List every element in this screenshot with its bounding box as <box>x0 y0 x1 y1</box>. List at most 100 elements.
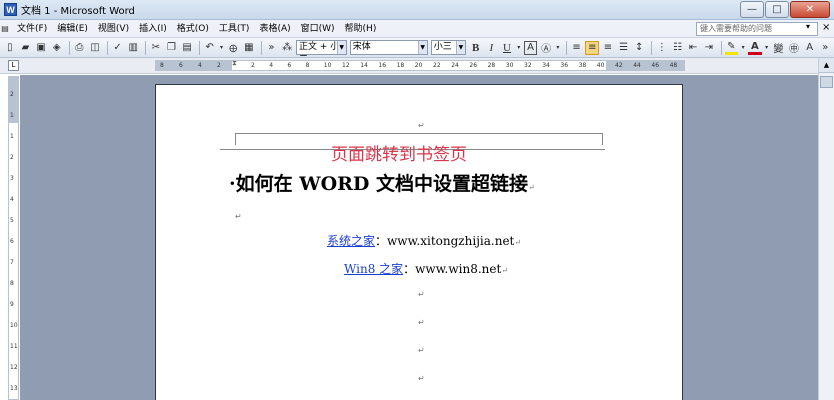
print-preview-icon[interactable]: ◫ <box>88 41 102 55</box>
ruler-number: 38 <box>578 62 587 69</box>
table-icon[interactable]: ▦ <box>242 41 256 55</box>
ruler-number: 12 <box>342 62 350 69</box>
document-page[interactable]: ↵ 页面跳转到书签页 ·如何在 WORD 文档中设置超链接↵ ↵ 系统之家：ww… <box>155 84 683 400</box>
ruler-number: 2 <box>217 62 221 69</box>
ruler-number: 8 <box>305 62 310 69</box>
ruler-number: 8 <box>160 62 164 69</box>
tab-selector-button[interactable]: L <box>8 60 19 71</box>
toolbar-separator <box>720 40 722 55</box>
highlight-icon[interactable]: ✎ <box>724 41 739 55</box>
save-icon[interactable]: ▣ <box>34 41 48 55</box>
enclose-characters-icon[interactable]: ㊥ <box>787 41 801 55</box>
ruler-number: 36 <box>560 62 569 69</box>
ruler-number: 40 <box>596 62 605 69</box>
cut-icon[interactable]: ✂ <box>149 41 163 55</box>
undo-dropdown-icon[interactable]: ▾ <box>219 41 225 55</box>
toolbar-separator <box>68 40 70 55</box>
ruler-number: 46 <box>651 62 660 69</box>
italic-button[interactable]: I <box>485 41 499 55</box>
ruler-number: 30 <box>505 62 514 69</box>
highlight-dropdown-icon[interactable]: ▾ <box>740 41 746 55</box>
horizontal-ruler[interactable]: ⧗ 8 6 4 2 2 4 6 8 10 12 14 16 18 20 22 24 26 28 30 32 34 36 38… <box>155 59 685 72</box>
ruler-number: 11 <box>10 343 18 350</box>
bullets-icon[interactable]: ☷ <box>671 41 685 55</box>
hyperlink-icon[interactable]: 🜨 <box>226 41 240 55</box>
help-search-input[interactable]: 键入需要帮助的问题 <box>696 22 818 36</box>
open-folder-icon[interactable]: ▰ <box>19 41 33 55</box>
research-icon[interactable]: ▥ <box>126 41 140 55</box>
line-spacing-icon[interactable]: ↕ <box>632 41 646 55</box>
phonetic-guide-icon[interactable]: 變 <box>772 41 786 55</box>
close-button[interactable]: ✕ <box>790 1 830 18</box>
ruler-number: 28 <box>487 62 496 69</box>
font-size-select[interactable]: 小三 ▼ <box>430 40 466 55</box>
increase-indent-icon[interactable]: ⇥ <box>702 41 716 55</box>
scroll-up-icon[interactable]: ▲ <box>819 58 834 73</box>
help-dropdown-icon[interactable]: ▾ <box>806 22 810 31</box>
document-menu-icon[interactable]: ▤ <box>0 22 10 36</box>
maximize-button[interactable]: □ <box>765 1 789 18</box>
ruler-number: 7 <box>10 259 14 266</box>
ruler-number: 22 <box>433 62 441 69</box>
header-bookmark-title[interactable]: 页面跳转到书签页 <box>331 140 467 165</box>
indent-marker-icon[interactable]: ⧗ <box>232 59 239 72</box>
toolbar-options-icon[interactable]: » <box>265 41 279 55</box>
font-color-button[interactable]: A <box>748 41 762 55</box>
menu-help[interactable]: 帮助(H) <box>340 21 382 37</box>
font-size-dropdown-icon[interactable]: ▼ <box>455 41 465 54</box>
style-select[interactable]: 正文 + 小三 ▼ <box>295 40 347 65</box>
link-url-xitongzhijia: www.xitongzhijia.net <box>387 234 515 248</box>
word-app-icon[interactable]: W <box>4 3 17 16</box>
ruler-number: 14 <box>360 62 368 69</box>
menu-insert[interactable]: 插入(I) <box>134 21 172 37</box>
justify-icon[interactable]: ☰ <box>617 41 631 55</box>
print-icon[interactable]: ⎙ <box>73 41 87 55</box>
menu-window[interactable]: 窗口(W) <box>296 21 340 37</box>
document-heading[interactable]: ·如何在 WORD 文档中设置超链接↵ <box>229 169 535 196</box>
font-dropdown-icon[interactable]: ▼ <box>417 41 427 54</box>
undo-icon[interactable]: ↶ <box>203 41 217 55</box>
heading-bullet: · <box>229 173 236 195</box>
ruler-number: 10 <box>10 322 18 329</box>
ruler-number: 9 <box>10 301 14 308</box>
align-left-icon[interactable]: ≡ <box>570 41 584 55</box>
menu-view[interactable]: 视图(V) <box>93 21 134 37</box>
decrease-indent-icon[interactable]: ⇤ <box>686 41 700 55</box>
bold-button[interactable]: B <box>469 41 483 55</box>
permission-icon[interactable]: ◈ <box>50 41 64 55</box>
menu-tools[interactable]: 工具(T) <box>214 21 255 37</box>
vertical-scrollbar[interactable]: ▲ <box>818 58 834 400</box>
menu-file[interactable]: 文件(F) <box>12 21 52 37</box>
character-border-button[interactable]: A <box>523 40 538 55</box>
scroll-thumb[interactable] <box>820 76 833 88</box>
menu-edit[interactable]: 编辑(E) <box>52 21 93 37</box>
close-document-button[interactable]: × <box>822 22 830 33</box>
ruler-number: 4 <box>198 62 202 69</box>
underline-button[interactable]: U <box>500 41 514 55</box>
ruler-number: 26 <box>469 62 478 69</box>
numbering-icon[interactable]: ⋮ <box>655 41 669 55</box>
align-center-icon[interactable]: ≡ <box>585 40 600 55</box>
grow-font-icon[interactable]: A <box>803 41 817 55</box>
hyperlink-xitongzhijia[interactable]: 系统之家 <box>327 234 375 248</box>
align-right-icon[interactable]: ≡ <box>601 41 615 55</box>
hyperlink-win8[interactable]: Win8 之家 <box>344 262 403 276</box>
vertical-ruler[interactable]: 2 1 1 2 3 4 5 6 7 8 9 10 11 12 13 <box>8 76 19 400</box>
character-scale-icon[interactable]: Ⓐ <box>539 41 553 55</box>
window-title: 文档 1 - Microsoft Word <box>21 6 135 17</box>
new-document-icon[interactable]: ▯ <box>3 41 17 55</box>
paragraph-mark: ↵ <box>514 238 522 247</box>
minimize-button[interactable]: — <box>740 1 764 18</box>
toolbar-more-icon[interactable]: » <box>818 41 832 55</box>
copy-icon[interactable]: ❐ <box>165 41 179 55</box>
character-scale-dropdown-icon[interactable]: ▾ <box>555 41 561 55</box>
underline-dropdown-icon[interactable]: ▾ <box>516 41 522 55</box>
font-color-dropdown-icon[interactable]: ▾ <box>764 41 770 55</box>
style-dropdown-icon[interactable]: ▼ <box>336 41 346 54</box>
styles-pane-icon[interactable]: ⁂ <box>280 41 294 55</box>
font-select[interactable]: 宋体 ▼ <box>349 40 428 55</box>
menu-table[interactable]: 表格(A) <box>254 21 295 37</box>
paste-icon[interactable]: ▤ <box>180 41 194 55</box>
spelling-icon[interactable]: ✓ <box>111 41 125 55</box>
menu-format[interactable]: 格式(O) <box>172 21 214 37</box>
